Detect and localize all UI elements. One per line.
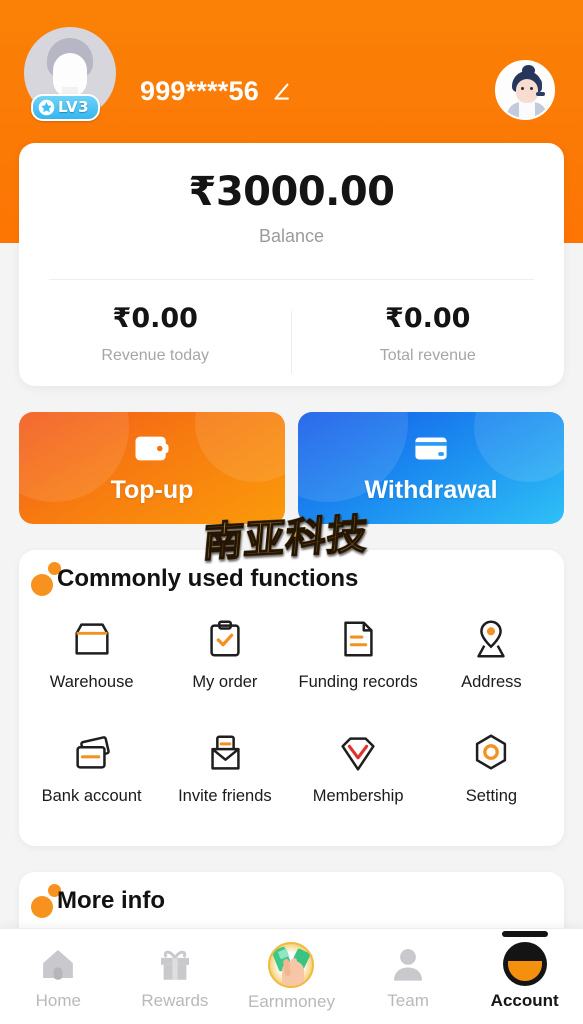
stat-label: Revenue today [101, 347, 210, 364]
app-root: LV3 999****56 ₹3000.00 Balance ₹0.00 Rev… [0, 0, 583, 1024]
function-address[interactable]: Address [425, 616, 558, 726]
balance-amount: ₹3000.00 [188, 169, 395, 215]
gift-icon [160, 950, 189, 980]
level-badge-label: LV3 [58, 98, 90, 116]
username-row[interactable]: 999****56 [140, 76, 292, 107]
function-label: My order [192, 673, 258, 691]
balance-card: ₹3000.00 Balance ₹0.00 Revenue today ₹0.… [19, 143, 564, 386]
function-label: Funding records [298, 673, 418, 691]
function-label: Setting [465, 787, 518, 805]
topup-label: Top-up [110, 475, 194, 504]
section-title: Commonly used functions [57, 565, 359, 592]
stat-value: ₹0.00 [112, 303, 198, 334]
commonly-used-functions-card: Commonly used functions Warehouse My ord… [19, 550, 564, 846]
function-invite-friends[interactable]: Invite friends [158, 730, 291, 840]
nav-label: Home [35, 990, 81, 1010]
money-hand-icon [268, 941, 315, 988]
function-membership[interactable]: Membership [292, 730, 425, 840]
nav-label: Earnmoney [248, 991, 335, 1011]
nav-item-team[interactable]: Team [350, 929, 467, 1024]
customer-service-avatar[interactable] [495, 60, 555, 120]
envelope-icon [211, 735, 240, 770]
divider [49, 279, 534, 280]
function-bank-account[interactable]: Bank account [25, 730, 158, 840]
level-badge[interactable]: LV3 [31, 94, 101, 121]
document-lines-icon [344, 621, 373, 657]
wallet-icon [135, 436, 169, 460]
balance-main: ₹3000.00 Balance [19, 143, 564, 247]
stat-label: Total revenue [379, 347, 476, 364]
bank-card-icon [76, 736, 110, 769]
avatar[interactable]: LV3 [24, 27, 116, 121]
section-header: Commonly used functions [19, 550, 564, 610]
function-funding-records[interactable]: Funding records [292, 616, 425, 726]
username-text: 999****56 [140, 76, 259, 106]
nav-label: Rewards [141, 990, 209, 1010]
location-pin-icon [477, 620, 506, 658]
stat-total-revenue: ₹0.00 Total revenue [292, 303, 565, 365]
box-icon [75, 623, 109, 655]
nav-item-account[interactable]: Account [466, 929, 583, 1024]
nav-item-home[interactable]: Home [0, 929, 117, 1024]
function-setting[interactable]: Setting [425, 730, 558, 840]
withdrawal-button[interactable]: Withdrawal [298, 412, 564, 524]
nav-item-rewards[interactable]: Rewards [117, 929, 234, 1024]
active-tab-indicator [501, 930, 548, 937]
clipboard-check-icon [210, 620, 240, 657]
more-info-title: More info [57, 887, 165, 914]
topup-button[interactable]: Top-up [19, 412, 285, 524]
bottom-navigation: Home Rewards Earnmoney Team Account [0, 928, 583, 1024]
functions-grid: Warehouse My order Funding records Addre… [19, 610, 564, 840]
nav-label: Account [490, 991, 559, 1010]
balance-stats: ₹0.00 Revenue today ₹0.00 Total revenue [19, 303, 565, 373]
edit-pencil-icon[interactable] [270, 81, 292, 103]
function-label: Membership [312, 787, 404, 805]
function-label: Invite friends [178, 787, 272, 805]
function-my-order[interactable]: My order [158, 616, 291, 726]
account-icon [502, 942, 547, 986]
home-icon [43, 949, 74, 980]
diamond-icon [341, 737, 375, 771]
function-warehouse[interactable]: Warehouse [25, 616, 158, 726]
function-label: Bank account [41, 787, 142, 805]
function-label: Address [461, 673, 522, 691]
withdrawal-label: Withdrawal [364, 475, 498, 504]
balance-label: Balance [258, 226, 325, 246]
action-buttons: Top-up Withdrawal [19, 412, 564, 524]
credit-card-icon [415, 437, 447, 459]
hex-gear-icon [476, 734, 507, 770]
stat-revenue-today: ₹0.00 Revenue today [19, 303, 292, 365]
nav-label: Team [387, 990, 429, 1010]
person-icon [394, 948, 423, 981]
stat-value: ₹0.00 [385, 303, 471, 334]
section-header: More info [19, 872, 564, 932]
nav-item-earnmoney[interactable]: Earnmoney [233, 929, 350, 1024]
function-label: Warehouse [49, 673, 134, 691]
star-icon [38, 99, 55, 115]
header-row: LV3 999****56 [0, 26, 583, 122]
